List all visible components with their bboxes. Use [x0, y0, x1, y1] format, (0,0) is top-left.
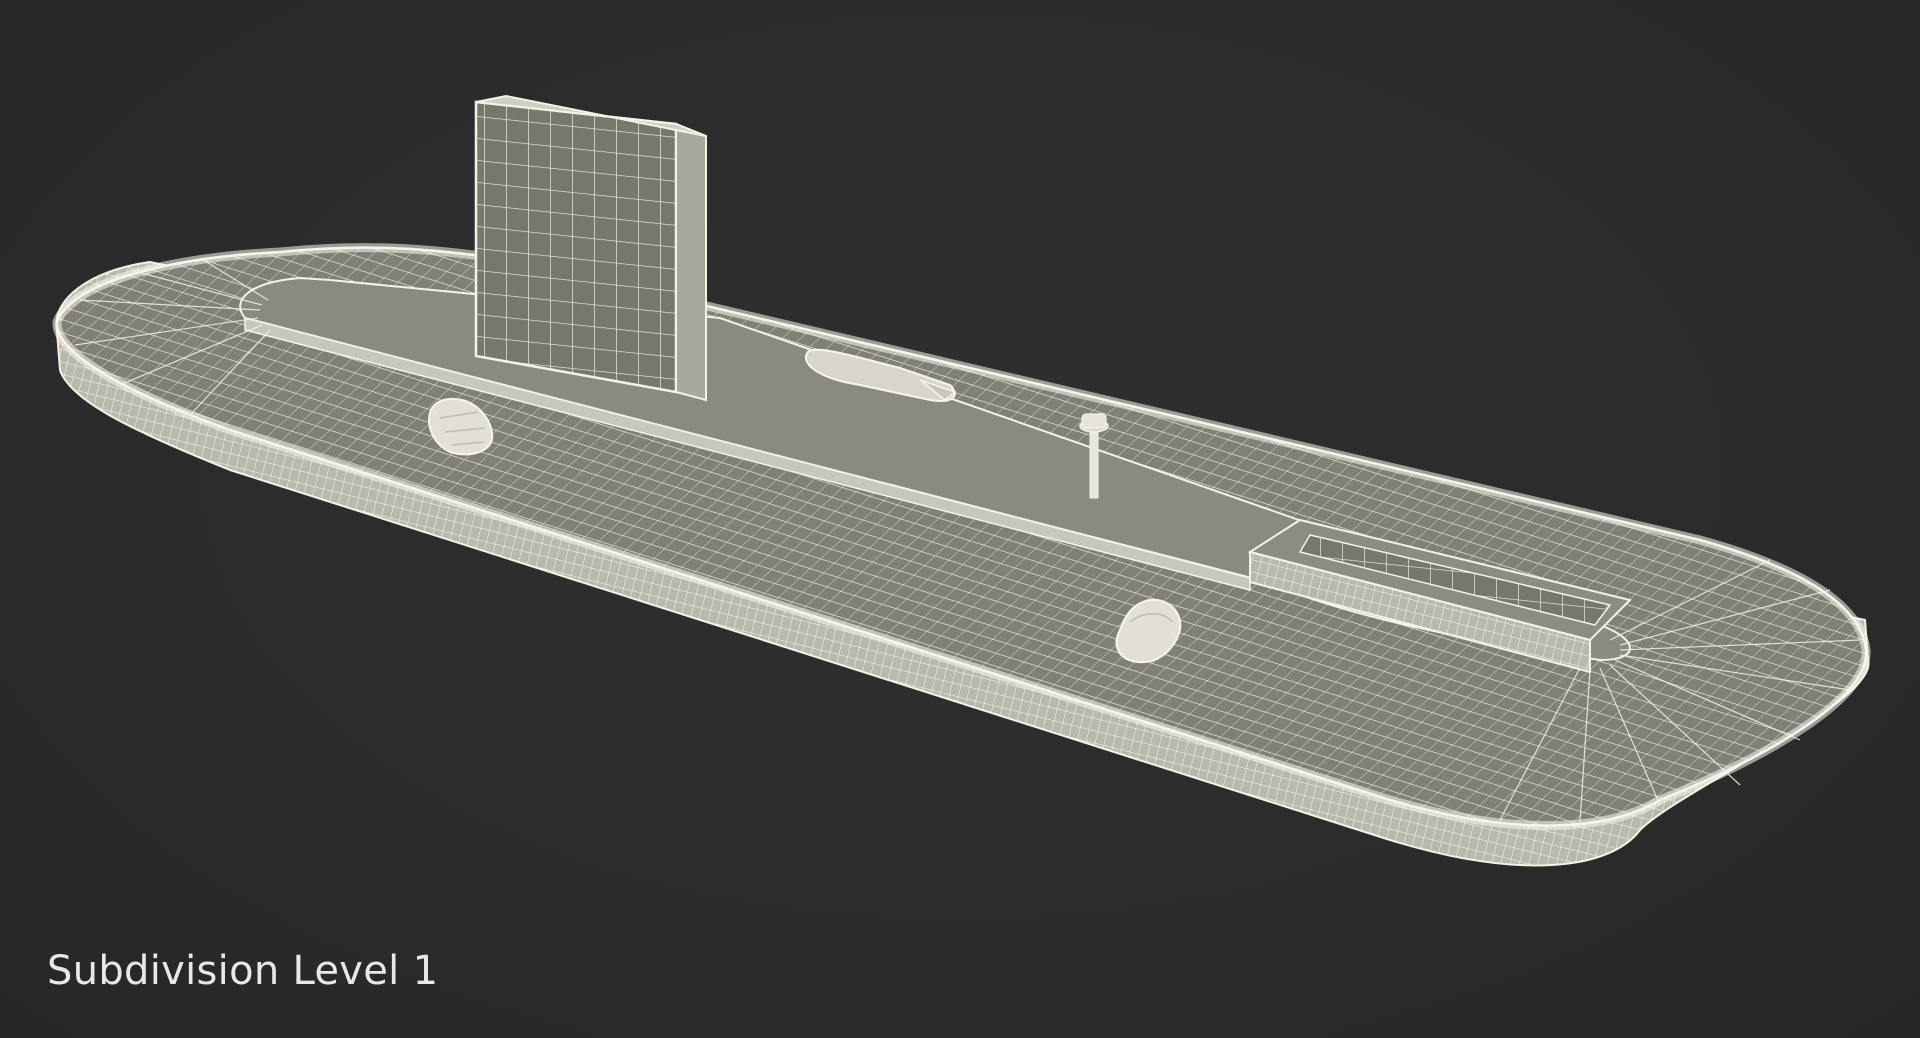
subdivision-level-caption: Subdivision Level 1 [47, 948, 439, 994]
wireframe-render [52, 94, 1871, 867]
display-sign [474, 94, 707, 402]
sign-front-face [474, 100, 678, 394]
carousel-track [52, 243, 1871, 867]
sign-side-face [675, 122, 707, 402]
render-viewport [0, 0, 1920, 1038]
